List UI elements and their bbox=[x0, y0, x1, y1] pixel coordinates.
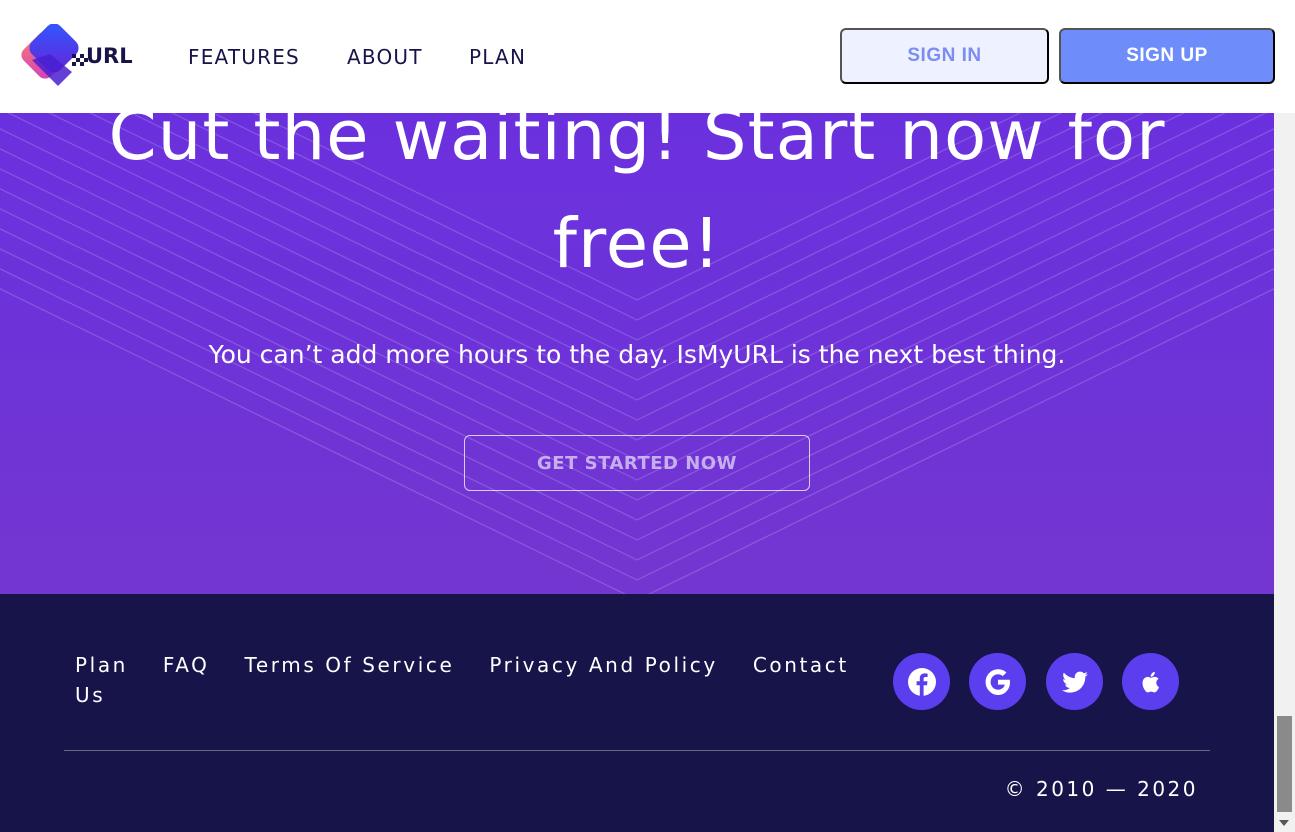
footer-link-privacy[interactable]: Privacy And Policy bbox=[489, 653, 718, 677]
hero-subtitle: You can’t add more hours to the day. IsM… bbox=[208, 340, 1066, 369]
facebook-button[interactable] bbox=[893, 653, 950, 710]
logo-text: URL bbox=[86, 44, 133, 68]
facebook-icon bbox=[907, 667, 936, 696]
site-footer: Plan FAQ Terms Of Service Privacy And Po… bbox=[0, 594, 1274, 832]
get-started-button[interactable]: GET STARTED NOW bbox=[464, 435, 810, 491]
footer-links: Plan FAQ Terms Of Service Privacy And Po… bbox=[75, 650, 875, 710]
scroll-down-arrow-icon[interactable] bbox=[1279, 820, 1289, 826]
scrollbar-thumb[interactable] bbox=[1277, 716, 1292, 812]
nav-plan[interactable]: PLAN bbox=[469, 45, 526, 69]
site-header: URL FEATURES ABOUT PLAN SIGN IN SIGN UP bbox=[0, 0, 1295, 113]
footer-link-terms[interactable]: Terms Of Service bbox=[244, 653, 454, 677]
sign-in-button[interactable]: SIGN IN bbox=[840, 28, 1049, 84]
google-button[interactable] bbox=[969, 653, 1026, 710]
twitter-button[interactable] bbox=[1046, 653, 1103, 710]
twitter-icon bbox=[1061, 671, 1088, 693]
copyright-text: © 2010 — 2020 bbox=[1004, 777, 1198, 801]
apple-button[interactable] bbox=[1122, 653, 1179, 710]
hero-title: Cut the waiting! Start now for free! bbox=[0, 82, 1274, 298]
page-scrollbar[interactable] bbox=[1274, 113, 1295, 832]
hero-title-line2: free! bbox=[552, 204, 722, 284]
nav-features[interactable]: FEATURES bbox=[188, 45, 300, 69]
nav-about[interactable]: ABOUT bbox=[347, 45, 423, 69]
footer-divider bbox=[64, 750, 1210, 751]
google-icon bbox=[985, 668, 1010, 695]
footer-link-plan[interactable]: Plan bbox=[75, 653, 128, 677]
footer-link-faq[interactable]: FAQ bbox=[163, 653, 210, 677]
apple-icon bbox=[1142, 671, 1159, 692]
sign-up-button[interactable]: SIGN UP bbox=[1059, 28, 1275, 84]
